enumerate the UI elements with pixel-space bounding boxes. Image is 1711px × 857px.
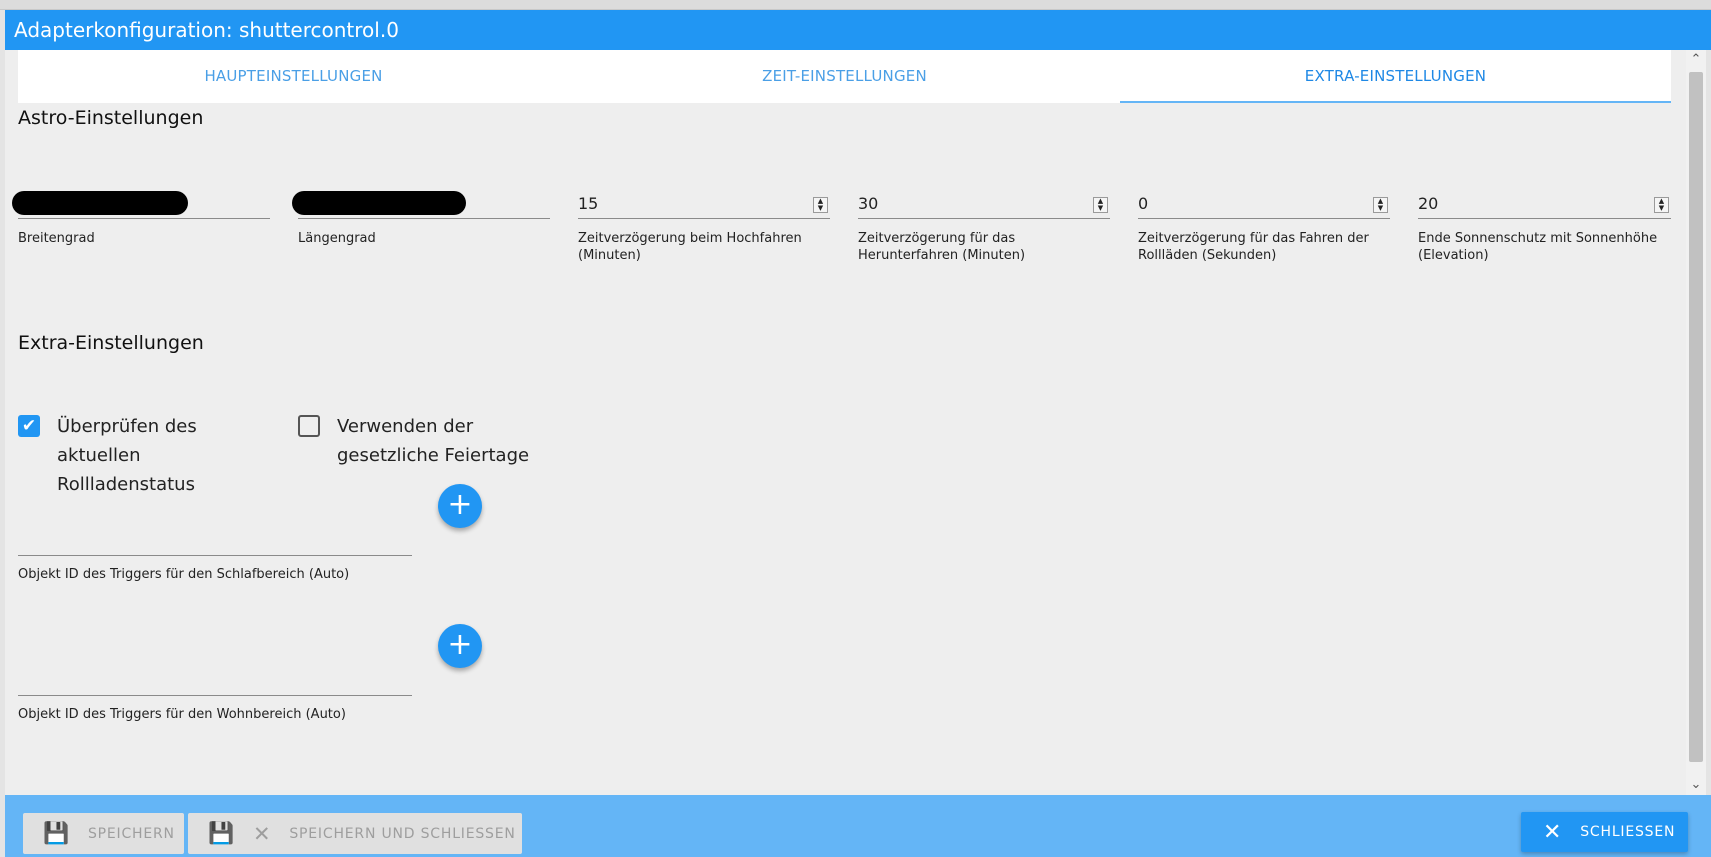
delay-up-field[interactable]: 15 ▲ ▼ Zeitverzögerung beim Hochfahren (M… bbox=[578, 189, 830, 264]
living-trigger-label: Objekt ID des Triggers für den Wohnberei… bbox=[18, 707, 346, 722]
tab-extra-einstellungen[interactable]: EXTRA-EINSTELLUNGEN bbox=[1120, 50, 1671, 103]
delay-down-input[interactable]: 30 ▲ ▼ bbox=[858, 189, 1110, 219]
tab-bar: HAUPTEINSTELLUNGEN ZEIT-EINSTELLUNGEN EX… bbox=[18, 50, 1671, 103]
delay-down-value: 30 bbox=[858, 194, 879, 213]
living-trigger-input[interactable] bbox=[18, 695, 412, 696]
dialog-content: HAUPTEINSTELLUNGEN ZEIT-EINSTELLUNGEN EX… bbox=[5, 50, 1686, 795]
add-living-trigger-button[interactable]: + bbox=[438, 624, 482, 668]
close-icon: ✕ bbox=[1543, 819, 1563, 845]
scroll-up-icon[interactable]: ⌃ bbox=[1686, 50, 1706, 70]
vertical-scrollbar[interactable]: ⌃ ⌄ bbox=[1686, 50, 1706, 795]
save-and-close-label: SPEICHERN UND SCHLIESSEN bbox=[289, 825, 516, 842]
latitude-field[interactable]: Breitengrad bbox=[12, 189, 270, 247]
spin-button-icon[interactable]: ▲ ▼ bbox=[1654, 197, 1669, 213]
save-and-close-button[interactable]: 💾 ✕ SPEICHERN UND SCHLIESSEN bbox=[188, 813, 522, 854]
delay-up-value: 15 bbox=[578, 194, 599, 213]
elevation-field[interactable]: 20 ▲ ▼ Ende Sonnenschutz mit Sonnenhöhe (… bbox=[1418, 189, 1671, 264]
drive-delay-input[interactable]: 0 ▲ ▼ bbox=[1138, 189, 1390, 219]
longitude-input[interactable] bbox=[292, 189, 550, 219]
check-shutter-status-label: Überprüfen des aktuellen Rollladenstatus bbox=[57, 416, 197, 495]
spin-button-icon[interactable]: ▲ ▼ bbox=[813, 197, 828, 213]
checkmark-icon[interactable]: ✔ bbox=[18, 415, 40, 437]
drive-delay-field[interactable]: 0 ▲ ▼ Zeitverzögerung für das Fahren der … bbox=[1138, 189, 1390, 264]
unchecked-box-icon[interactable] bbox=[298, 415, 320, 437]
use-holidays-option[interactable]: Verwenden der gesetzliche Feiertage bbox=[298, 412, 558, 470]
tab-haupteinstellungen[interactable]: HAUPTEINSTELLUNGEN bbox=[18, 50, 569, 103]
dialog-title: Adapterkonfiguration: shuttercontrol.0 bbox=[5, 10, 1711, 50]
redaction-mark bbox=[292, 191, 466, 215]
close-button-label: SCHLIESSEN bbox=[1580, 824, 1676, 840]
spin-button-icon[interactable]: ▲ ▼ bbox=[1093, 197, 1108, 213]
add-sleep-trigger-button[interactable]: + bbox=[438, 484, 482, 528]
sleep-trigger-label: Objekt ID des Triggers für den Schlafber… bbox=[18, 567, 350, 582]
longitude-field[interactable]: Längengrad bbox=[292, 189, 550, 247]
astro-section-title: Astro-Einstellungen bbox=[18, 107, 204, 129]
close-icon: ✕ bbox=[252, 821, 272, 846]
check-shutter-status-option[interactable]: ✔ Überprüfen des aktuellen Rollladenstat… bbox=[18, 412, 248, 499]
delay-up-input[interactable]: 15 ▲ ▼ bbox=[578, 189, 830, 219]
floppy-disk-icon: 💾 bbox=[208, 821, 235, 845]
drive-delay-label: Zeitverzögerung für das Fahren der Rolll… bbox=[1138, 231, 1369, 263]
spin-button-icon[interactable]: ▲ ▼ bbox=[1373, 197, 1388, 213]
dialog-footer: 💾 SPEICHERN 💾 ✕ SPEICHERN UND SCHLIESSEN… bbox=[5, 795, 1711, 857]
elevation-value: 20 bbox=[1418, 194, 1439, 213]
close-button[interactable]: ✕ SCHLIESSEN bbox=[1521, 812, 1688, 852]
floppy-disk-icon: 💾 bbox=[43, 821, 70, 845]
tab-zeit-einstellungen[interactable]: ZEIT-EINSTELLUNGEN bbox=[569, 50, 1120, 103]
plus-icon: + bbox=[447, 627, 473, 662]
use-holidays-label: Verwenden der gesetzliche Feiertage bbox=[337, 416, 530, 466]
delay-down-label: Zeitverzögerung für das Herunterfahren (… bbox=[858, 231, 1026, 263]
save-button[interactable]: 💾 SPEICHERN bbox=[23, 813, 184, 854]
latitude-input[interactable] bbox=[12, 189, 270, 219]
sleep-trigger-field[interactable]: Objekt ID des Triggers für den Schlafber… bbox=[18, 555, 412, 582]
latitude-label: Breitengrad bbox=[18, 231, 95, 246]
elevation-label: Ende Sonnenschutz mit Sonnenhöhe (Elevat… bbox=[1418, 231, 1658, 263]
window-top-edge bbox=[0, 0, 1711, 10]
longitude-label: Längengrad bbox=[298, 231, 376, 246]
drive-delay-value: 0 bbox=[1138, 194, 1149, 213]
delay-up-label: Zeitverzögerung beim Hochfahren (Minuten… bbox=[578, 231, 802, 263]
extra-section-title: Extra-Einstellungen bbox=[18, 332, 204, 354]
redaction-mark bbox=[12, 191, 188, 215]
scroll-thumb[interactable] bbox=[1689, 72, 1703, 762]
plus-icon: + bbox=[447, 487, 473, 522]
save-button-label: SPEICHERN bbox=[87, 825, 175, 842]
living-trigger-field[interactable]: Objekt ID des Triggers für den Wohnberei… bbox=[18, 695, 412, 722]
scroll-down-icon[interactable]: ⌄ bbox=[1686, 775, 1706, 795]
sleep-trigger-input[interactable] bbox=[18, 555, 412, 556]
elevation-input[interactable]: 20 ▲ ▼ bbox=[1418, 189, 1671, 219]
delay-down-field[interactable]: 30 ▲ ▼ Zeitverzögerung für das Herunterfa… bbox=[858, 189, 1110, 264]
